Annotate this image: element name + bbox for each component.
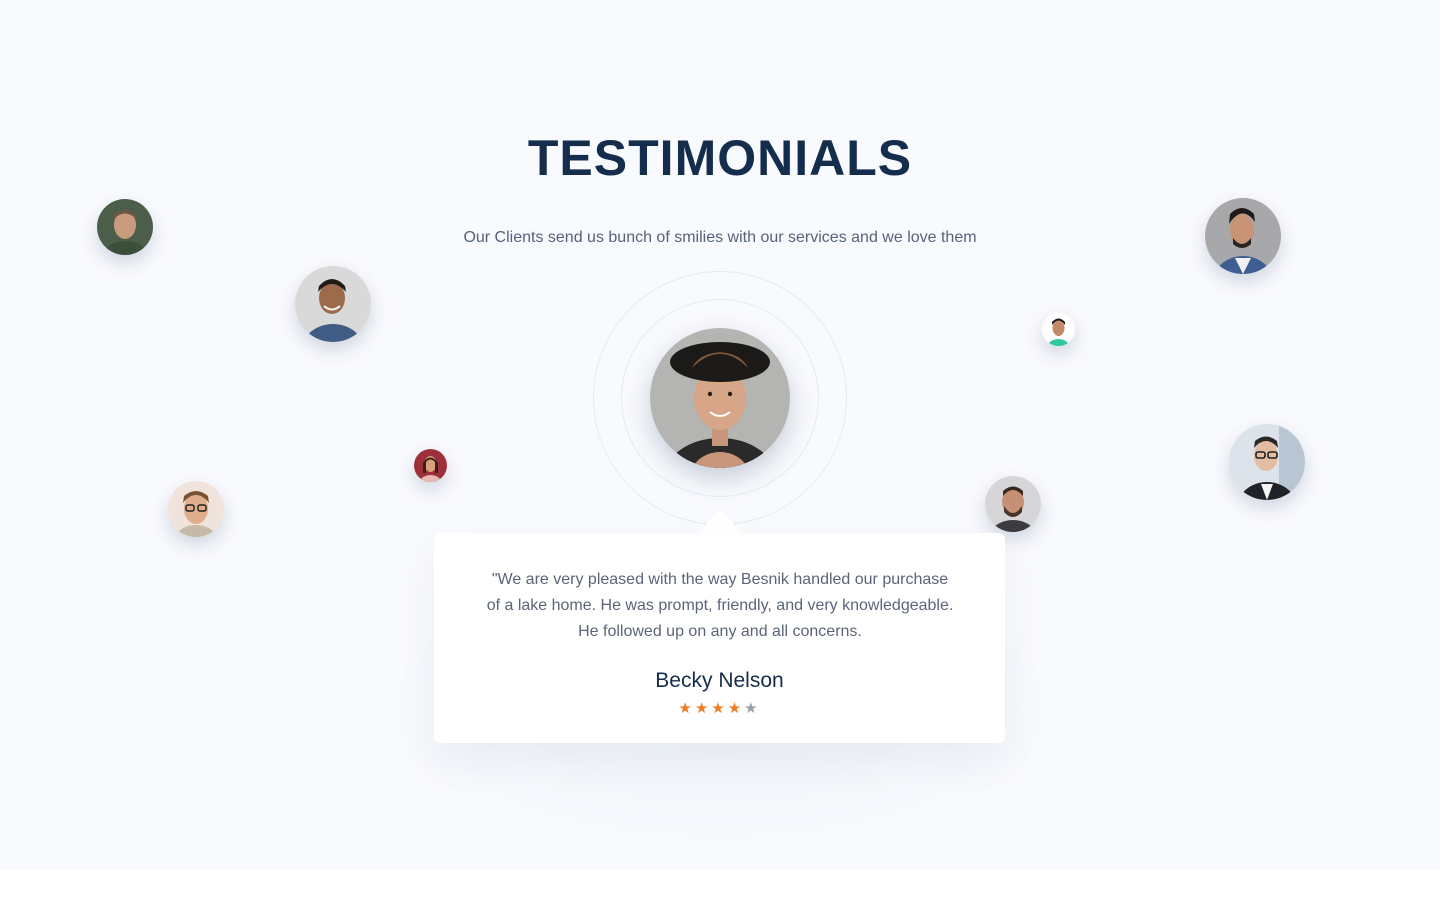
client-avatar[interactable] bbox=[97, 199, 153, 255]
card-pointer bbox=[698, 508, 742, 534]
testimonials-section: TESTIMONIALS Our Clients send us bunch o… bbox=[0, 0, 1440, 870]
star-icon: ★ bbox=[727, 700, 745, 717]
client-avatar[interactable] bbox=[168, 481, 224, 537]
testimonial-quote: "We are very pleased with the way Besnik… bbox=[486, 571, 954, 640]
client-avatar[interactable] bbox=[1205, 198, 1281, 274]
person-photo-icon bbox=[168, 481, 224, 537]
client-avatar[interactable] bbox=[1229, 424, 1305, 500]
person-photo-icon bbox=[1205, 198, 1281, 274]
person-photo-icon bbox=[1229, 424, 1305, 500]
rating-stars: ★★★★★ bbox=[434, 699, 1005, 719]
star-icon: ★ bbox=[744, 700, 761, 717]
person-photo-icon bbox=[650, 328, 790, 468]
testimonial-author: Becky Nelson bbox=[655, 669, 784, 692]
star-icon: ★ bbox=[694, 700, 712, 717]
person-photo-icon bbox=[1042, 313, 1075, 346]
person-photo-icon bbox=[414, 449, 447, 482]
star-icon: ★ bbox=[711, 700, 728, 717]
client-avatar[interactable] bbox=[414, 449, 447, 482]
client-avatar[interactable] bbox=[295, 266, 371, 342]
featured-client-avatar[interactable] bbox=[650, 328, 790, 468]
section-title: TESTIMONIALS bbox=[527, 130, 913, 186]
client-avatar[interactable] bbox=[1042, 313, 1075, 346]
person-photo-icon bbox=[985, 476, 1041, 532]
person-photo-icon bbox=[295, 266, 371, 342]
client-avatar[interactable] bbox=[985, 476, 1041, 532]
star-icon: ★ bbox=[678, 700, 695, 717]
person-photo-icon bbox=[97, 199, 153, 255]
